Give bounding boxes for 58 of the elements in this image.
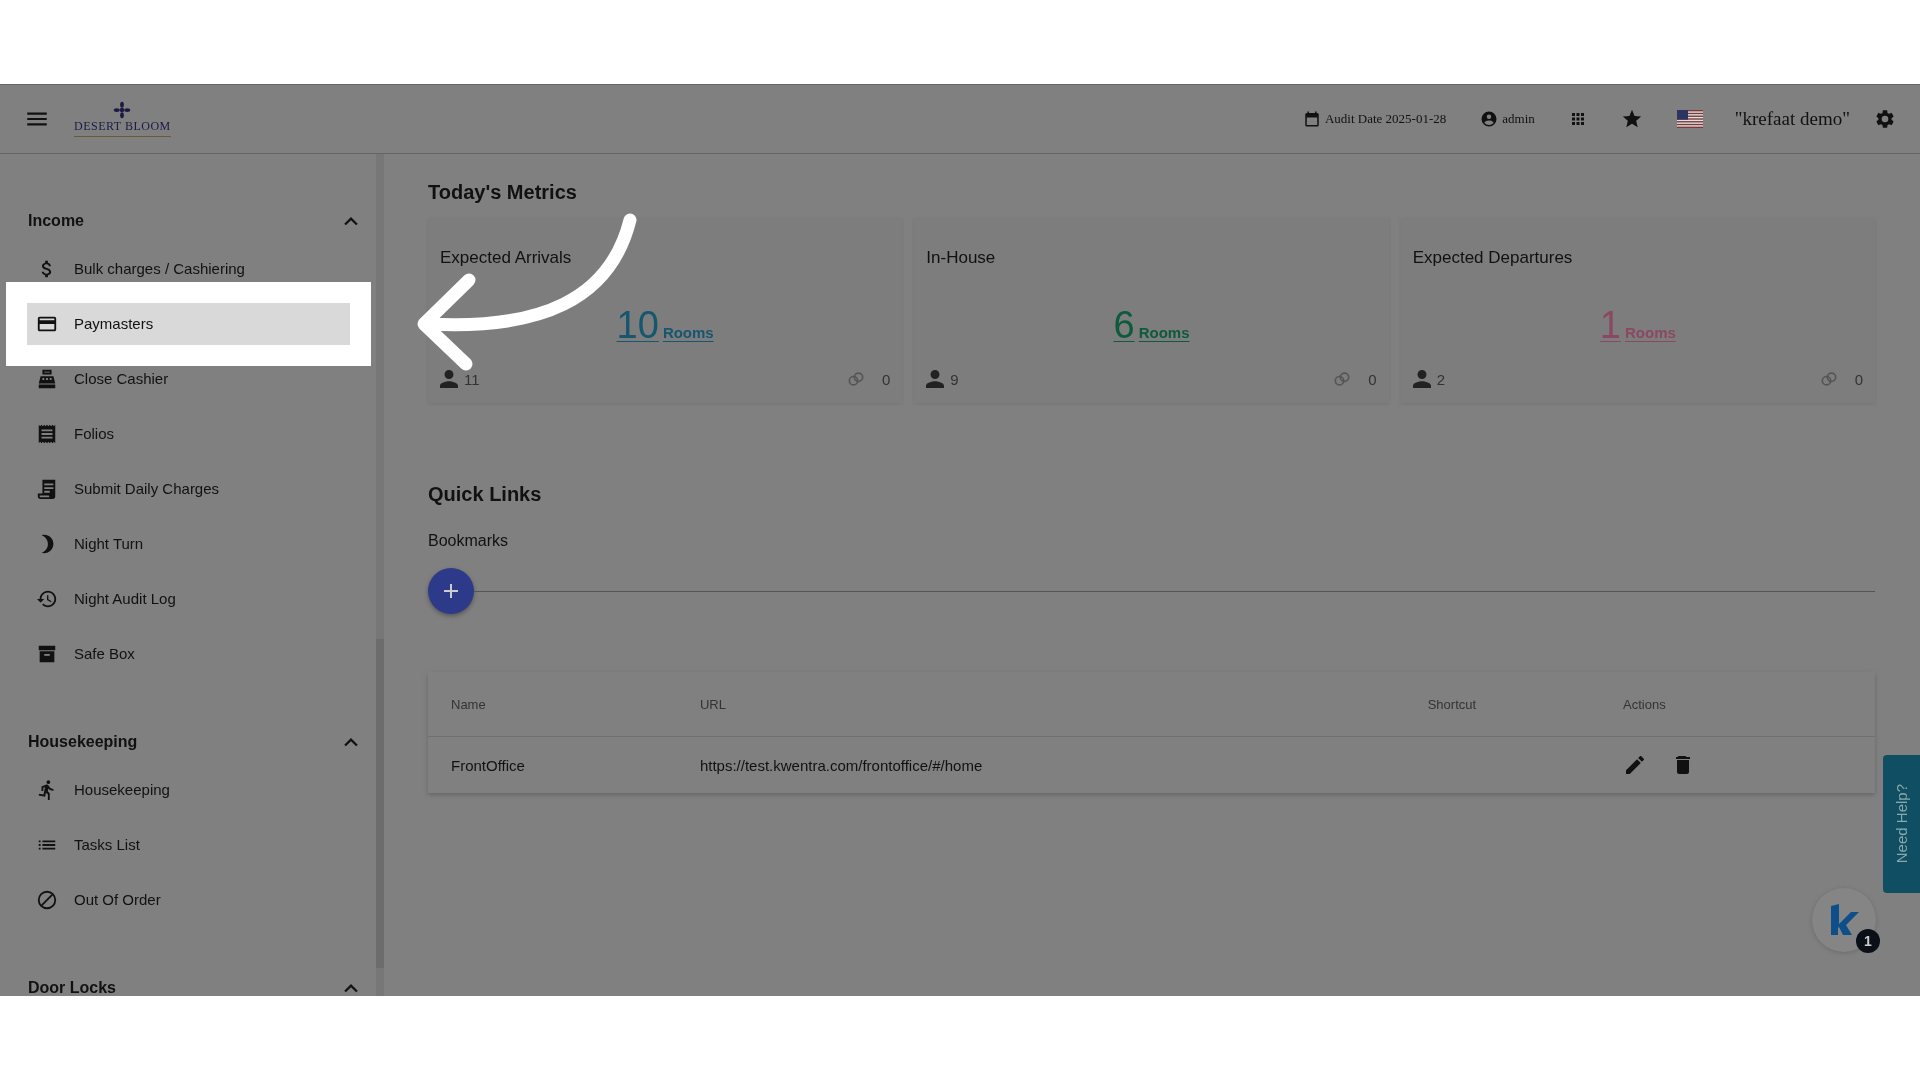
nav-item[interactable]: Folios	[27, 412, 350, 455]
notification-badge: 1	[1856, 929, 1880, 953]
nav-item[interactable]: Safe Box	[27, 632, 350, 675]
settings-button[interactable]	[1874, 108, 1896, 130]
section-title: Quick Links	[428, 483, 543, 506]
collapse-icon	[344, 983, 358, 993]
guest-count: 9	[950, 370, 959, 388]
nav-item[interactable]: Housekeeping	[27, 768, 350, 811]
person-icon	[926, 370, 945, 388]
calendar-icon	[1302, 110, 1321, 128]
document-icon	[36, 477, 58, 500]
linked-count: 0	[882, 370, 891, 388]
logo-text: DESERT BLOOM	[74, 119, 171, 134]
nav-item[interactable]: Bulk charges / Cashiering	[27, 247, 350, 290]
receipt-icon	[36, 422, 58, 445]
card-title: Expected Arrivals	[440, 248, 573, 268]
user-name: admin	[1502, 111, 1535, 127]
person-icon	[1412, 370, 1431, 388]
section-header[interactable]: Housekeeping	[0, 722, 376, 762]
person-icon	[440, 370, 458, 388]
section-header[interactable]: Door Locks	[0, 968, 376, 996]
linked-count: 0	[1368, 370, 1377, 388]
section-header[interactable]: Income	[0, 201, 376, 241]
help-tab[interactable]: Need Help?	[1883, 755, 1920, 893]
column-header: Shortcut	[1404, 672, 1601, 737]
collapse-icon	[344, 216, 358, 226]
column-header: URL	[676, 672, 1405, 737]
flag-icon[interactable]	[1676, 110, 1703, 128]
card-title: In-House	[926, 248, 997, 268]
collapse-icon	[344, 737, 358, 747]
section-title: Today's Metrics	[428, 181, 578, 204]
cash-register-icon	[36, 367, 58, 390]
card-title: Expected Departures	[1412, 248, 1574, 268]
settings-icon	[1874, 108, 1896, 130]
add-bookmark-button[interactable]	[428, 568, 474, 614]
guest-count: 2	[1436, 370, 1445, 388]
guest-count: 11	[464, 370, 480, 388]
table-cell: https://test.kwentra.com/frontoffice/#/home	[676, 736, 1405, 793]
prohibited-icon	[36, 888, 58, 911]
nav-item[interactable]: Night Audit Log	[27, 577, 350, 620]
table-cell: FrontOffice	[428, 736, 677, 793]
nav-item[interactable]: Tasks List	[27, 823, 350, 866]
column-header: Actions	[1600, 672, 1875, 737]
audit-date: Audit Date 2025-01-28	[1324, 111, 1447, 127]
column-header: Name	[428, 672, 677, 737]
rings-icon	[846, 369, 866, 389]
nav-item[interactable]: Out Of Order	[27, 878, 350, 921]
star-icon	[1620, 108, 1643, 130]
chat-button[interactable]	[1812, 888, 1876, 952]
user-icon	[1480, 110, 1499, 128]
nav-item[interactable]: Submit Daily Charges	[27, 467, 350, 510]
workspace-name: "krefaat demo"	[1734, 108, 1850, 130]
subsection-title: Bookmarks	[428, 532, 510, 550]
flower-icon	[113, 101, 132, 119]
favorites-button[interactable]	[1620, 108, 1643, 130]
nav-item[interactable]: Close Cashier	[27, 357, 350, 400]
nav-item[interactable]: Night Turn	[27, 522, 350, 565]
linked-count: 0	[1854, 370, 1863, 388]
